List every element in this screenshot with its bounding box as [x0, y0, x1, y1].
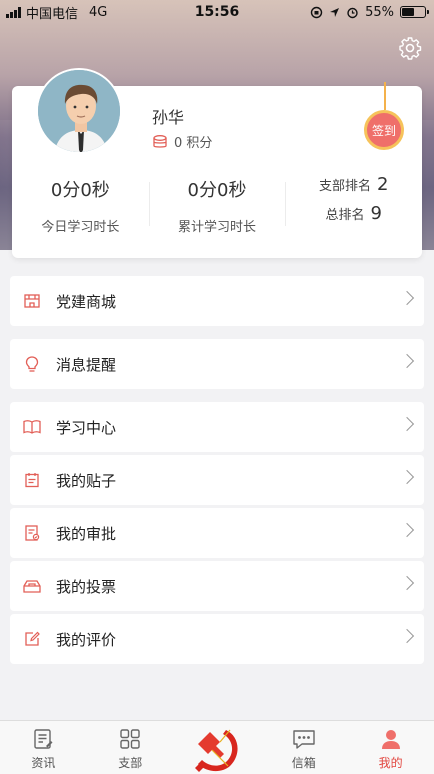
menu-group-reminders: 消息提醒	[10, 339, 424, 392]
tab-label-branch: 支部	[118, 756, 143, 770]
grid-icon	[117, 726, 143, 752]
total-study-stat: 0分0秒 累计学习时长	[148, 174, 286, 235]
chat-bubble-icon	[291, 726, 317, 752]
battery-percent: 55%	[365, 4, 394, 20]
overall-rank-value: 9	[370, 203, 382, 224]
menu-label-my-approvals: 我的审批	[56, 524, 117, 543]
calendar-post-icon	[22, 470, 42, 490]
menu-group-shop: 党建商城	[10, 276, 424, 329]
shop-icon	[22, 291, 42, 311]
tab-mailbox[interactable]: 信箱	[260, 721, 347, 774]
party-emblem-button[interactable]	[188, 722, 246, 774]
profile-card: 孙华 0 积分 签到 0分0秒 今日学习时长 0分0秒 累计学习时长 支部排名 …	[12, 68, 422, 258]
menu-group-personal: 学习中心 我的贴子 我的审批 我的投票 我的评价	[10, 402, 424, 667]
menu-item-my-posts[interactable]: 我的贴子	[10, 455, 424, 505]
today-study-label: 今日学习时长	[41, 220, 120, 235]
chevron-right-icon	[399, 628, 415, 644]
coin-stack-icon	[153, 134, 167, 148]
person-icon	[378, 726, 404, 752]
news-icon	[30, 726, 56, 752]
menu-item-my-votes[interactable]: 我的投票	[10, 561, 424, 611]
location-icon	[330, 7, 340, 17]
open-book-icon	[22, 417, 42, 437]
approval-document-icon	[22, 523, 42, 543]
today-study-stat: 0分0秒 今日学习时长	[12, 174, 149, 235]
overall-rank: 总排名 9	[285, 203, 422, 224]
menu-label-shop: 党建商城	[56, 292, 117, 311]
orientation-lock-icon	[310, 6, 323, 18]
tab-branch[interactable]: 支部	[87, 721, 174, 774]
menu-item-my-approvals[interactable]: 我的审批	[10, 508, 424, 558]
ranking-stat[interactable]: 支部排名 2 总排名 9	[285, 174, 422, 234]
menu-label-my-reviews: 我的评价	[56, 630, 117, 649]
points-value: 0 积分	[174, 136, 213, 151]
edit-review-icon	[22, 629, 42, 649]
chevron-right-icon	[399, 416, 415, 432]
menu-item-shop[interactable]: 党建商城	[10, 276, 424, 326]
tab-label-news: 资讯	[31, 756, 56, 770]
total-study-value: 0分0秒	[187, 180, 247, 201]
status-bar: 中国电信 4G 15:56 55%	[0, 0, 434, 24]
settings-gear-icon[interactable]	[398, 36, 422, 60]
points-row[interactable]: 0 积分	[152, 132, 212, 151]
menu-label-study-center: 学习中心	[56, 418, 117, 437]
ballot-box-icon	[22, 576, 42, 596]
sign-in-hanger	[384, 82, 386, 110]
sign-in-button[interactable]: 签到	[364, 110, 404, 150]
chevron-right-icon	[399, 353, 415, 369]
hammer-sickle-icon	[195, 729, 238, 772]
branch-rank: 支部排名 2	[285, 174, 422, 195]
study-stats: 0分0秒 今日学习时长 0分0秒 累计学习时长 支部排名 2 总排名 9	[12, 174, 422, 235]
chevron-right-icon	[399, 469, 415, 485]
chevron-right-icon	[399, 290, 415, 306]
tab-label-mailbox: 信箱	[291, 756, 316, 770]
branch-rank-label: 支部排名	[318, 179, 371, 194]
chevron-right-icon	[399, 522, 415, 538]
menu-label-my-posts: 我的贴子	[56, 471, 117, 490]
menu-item-reminders[interactable]: 消息提醒	[10, 339, 424, 389]
user-name: 孙华	[152, 108, 185, 127]
total-study-label: 累计学习时长	[178, 220, 257, 235]
battery-icon	[400, 6, 429, 18]
menu-item-study-center[interactable]: 学习中心	[10, 402, 424, 452]
tab-label-mine: 我的	[378, 756, 403, 770]
menu-label-reminders: 消息提醒	[56, 355, 117, 374]
tab-news[interactable]: 资讯	[0, 721, 87, 774]
overall-rank-label: 总排名	[325, 208, 365, 223]
tab-mine[interactable]: 我的	[347, 721, 434, 774]
avatar[interactable]	[36, 68, 122, 154]
alarm-icon	[347, 7, 358, 18]
chevron-right-icon	[399, 575, 415, 591]
menu-label-my-votes: 我的投票	[56, 577, 117, 596]
today-study-value: 0分0秒	[50, 180, 110, 201]
lightbulb-icon	[22, 354, 42, 374]
branch-rank-value: 2	[376, 174, 389, 195]
menu-item-my-reviews[interactable]: 我的评价	[10, 614, 424, 664]
